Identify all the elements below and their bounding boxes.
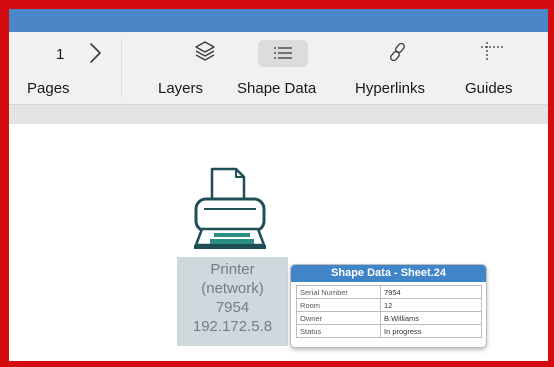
field-name: Status: [296, 324, 381, 338]
guides-icon: [481, 42, 503, 62]
page-number: 1: [56, 46, 65, 63]
shape-text-line: (network): [201, 280, 264, 297]
field-value[interactable]: B.Williams: [380, 311, 482, 325]
shape-text-line: 192.172.5.8: [192, 318, 273, 335]
field-value[interactable]: In progress: [380, 324, 482, 338]
table-row: Owner B.Williams: [296, 311, 482, 325]
ruler-band: [9, 105, 548, 124]
layers-icon: [195, 41, 215, 61]
field-value[interactable]: 12: [380, 298, 482, 312]
toolbar: 1 Pages Layers Shape Data Hyperlinks Gui…: [9, 32, 548, 105]
table-row: Status In progress: [296, 324, 482, 338]
shape-data-table: Serial Number 7954 Room 12 Owner B.Willi…: [296, 285, 482, 338]
chevron-right-icon[interactable]: [85, 40, 107, 66]
field-value[interactable]: 7954: [380, 285, 482, 299]
layers-button[interactable]: Layers: [158, 80, 203, 97]
link-icon: [390, 42, 405, 62]
title-bar: [9, 9, 548, 32]
field-name: Serial Number: [296, 285, 381, 299]
printer-icon[interactable]: [192, 167, 268, 263]
hyperlinks-button[interactable]: Hyperlinks: [355, 80, 425, 97]
field-name: Room: [296, 298, 381, 312]
toolbar-divider: [121, 38, 122, 98]
shape-data-popup-title: Shape Data - Sheet.24: [291, 265, 486, 282]
shape-data-popup: Shape Data - Sheet.24 Serial Number 7954…: [290, 264, 487, 348]
table-row: Room 12: [296, 298, 482, 312]
table-row: Serial Number 7954: [296, 285, 482, 299]
guides-button[interactable]: Guides: [465, 80, 513, 97]
shape-text-line: Printer: [210, 261, 255, 278]
shape-text[interactable]: Printer (network) 7954 192.172.5.8: [177, 257, 288, 346]
field-name: Owner: [296, 311, 381, 325]
shape-data-button[interactable]: Shape Data: [237, 80, 316, 97]
app-window: 1 Pages Layers Shape Data Hyperlinks Gui…: [0, 0, 554, 367]
list-icon: [274, 47, 292, 59]
pages-button[interactable]: Pages: [27, 80, 70, 97]
shape-text-line: 7954: [215, 299, 250, 316]
